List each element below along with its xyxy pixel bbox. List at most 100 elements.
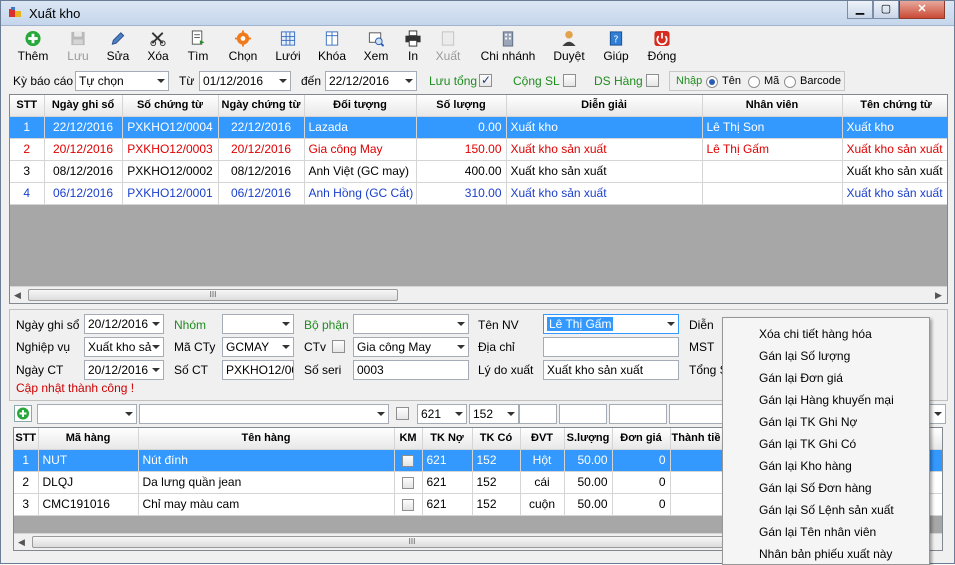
- ngayghiso-date[interactable]: 20/12/2016: [84, 314, 164, 334]
- scroll-left-icon[interactable]: ◀: [14, 290, 21, 301]
- ctv-checkbox[interactable]: [332, 340, 345, 353]
- luutong-checkbox[interactable]: [479, 73, 492, 87]
- xoa-button[interactable]: Xóa: [143, 30, 173, 66]
- cell-km[interactable]: [394, 471, 423, 494]
- col-stt[interactable]: STT: [10, 95, 45, 117]
- dong-button[interactable]: Đóng: [645, 30, 679, 66]
- voucher-row[interactable]: 1 22/12/2016 PXKHO12/0004 22/12/2016 Laz…: [10, 116, 947, 139]
- col-dvt[interactable]: ĐVT: [520, 428, 565, 450]
- nhom-select[interactable]: [222, 314, 294, 334]
- kybaocao-select[interactable]: Tự chọn: [75, 71, 169, 91]
- duyet-button[interactable]: Duyệt: [551, 30, 587, 66]
- ten-radio[interactable]: [706, 76, 718, 88]
- col-tkco[interactable]: TK Có: [472, 428, 521, 450]
- menu-item-gan-don-gia[interactable]: Gán lại Đơn giá: [759, 371, 843, 385]
- tenhang-entry-select[interactable]: [139, 404, 389, 424]
- scroll-right-icon[interactable]: ▶: [935, 290, 942, 301]
- col-sochungtu[interactable]: Số chứng từ: [122, 95, 219, 117]
- diachi-input[interactable]: [543, 337, 679, 357]
- chevron-down-icon: [457, 345, 465, 349]
- menu-item-gan-ten-nv[interactable]: Gán lại Tên nhân viên: [759, 525, 876, 539]
- sua-button[interactable]: Sửa: [103, 30, 133, 66]
- cell-km[interactable]: [394, 493, 423, 516]
- mahang-entry-select[interactable]: [37, 404, 137, 424]
- dvt-entry-input[interactable]: [519, 404, 557, 424]
- xem-button[interactable]: Xem: [361, 30, 391, 66]
- col-diengiai[interactable]: Diễn giải: [506, 95, 703, 117]
- close-button[interactable]: ✕: [899, 1, 945, 19]
- xuat-button[interactable]: Xuất: [433, 30, 463, 66]
- col-mahang[interactable]: Mã hàng: [38, 428, 139, 450]
- menu-item-gan-kho-hang[interactable]: Gán lại Kho hàng: [759, 459, 852, 473]
- col-ngayghiso[interactable]: Ngày ghi sổ: [44, 95, 123, 117]
- ngayct-date[interactable]: 20/12/2016: [84, 360, 164, 380]
- den-date-picker[interactable]: 22/12/2016: [325, 71, 417, 91]
- minimize-button[interactable]: ▁: [847, 1, 873, 19]
- cell-soluong: 150.00: [416, 138, 507, 161]
- luoi-button[interactable]: Lưới: [273, 30, 303, 66]
- help-book-icon: ?: [609, 31, 623, 46]
- km-entry-checkbox[interactable]: [396, 407, 409, 420]
- col-stt[interactable]: STT: [14, 428, 39, 450]
- col-soluong[interactable]: S.lượng: [564, 428, 613, 450]
- voucher-row[interactable]: 3 08/12/2016 PXKHO12/0002 08/12/2016 Anh…: [10, 160, 947, 183]
- congsl-checkbox[interactable]: [563, 74, 576, 87]
- col-thanhtien[interactable]: Thành tiề: [670, 428, 723, 450]
- in-button[interactable]: In: [401, 30, 425, 66]
- tim-button[interactable]: Tìm: [183, 30, 213, 66]
- soseri-input[interactable]: 0003: [353, 360, 469, 380]
- col-dongia[interactable]: Đơn giá: [612, 428, 671, 450]
- col-tenhang[interactable]: Tên hàng: [138, 428, 395, 450]
- tkno-entry-select[interactable]: 621: [417, 404, 467, 424]
- km-checkbox[interactable]: [402, 476, 414, 489]
- soct-input[interactable]: PXKHO12/000: [222, 360, 294, 380]
- giup-button[interactable]: ? Giúp: [601, 30, 631, 66]
- voucher-hscrollbar[interactable]: ◀ III ▶: [10, 286, 947, 303]
- maximize-button[interactable]: ▢: [873, 1, 899, 19]
- nghiepvu-select[interactable]: Xuất kho sả: [84, 337, 164, 357]
- chinhanh-button[interactable]: Chi nhánh: [479, 30, 537, 66]
- scroll-thumb[interactable]: III: [28, 289, 398, 301]
- ma-radio[interactable]: [748, 76, 760, 88]
- dongia-entry-input[interactable]: [609, 404, 667, 424]
- bophan-select[interactable]: [353, 314, 469, 334]
- ctv-select[interactable]: Gia công May: [353, 337, 469, 357]
- thanhtien-entry-input[interactable]: [669, 404, 724, 424]
- menu-item-gan-tk-co[interactable]: Gán lại TK Ghi Có: [759, 437, 856, 451]
- col-tkno[interactable]: TK Nợ: [422, 428, 473, 450]
- menu-item-xoa-chi-tiet[interactable]: Xóa chi tiết hàng hóa: [759, 327, 872, 341]
- add-detail-button[interactable]: [14, 405, 32, 422]
- cell-tenchungtu: Xuất kho sản xuất: [842, 182, 947, 205]
- lydoxuat-input[interactable]: Xuất kho sản xuất: [543, 360, 679, 380]
- barcode-radio[interactable]: [784, 76, 796, 88]
- col-km[interactable]: KM: [394, 428, 423, 450]
- luu-button[interactable]: Lưu: [63, 30, 93, 66]
- menu-item-gan-so-don-hang[interactable]: Gán lại Số Đơn hàng: [759, 481, 872, 495]
- macty-select[interactable]: GCMAY: [222, 337, 294, 357]
- col-tenchungtu[interactable]: Tên chứng từ: [842, 95, 947, 117]
- tu-date-picker[interactable]: 01/12/2016: [199, 71, 291, 91]
- cell-km[interactable]: [394, 449, 423, 472]
- menu-item-gan-hang-km[interactable]: Gán lại Hàng khuyến mại: [759, 393, 894, 407]
- khoa-button[interactable]: Khóa: [315, 30, 349, 66]
- scroll-left-icon[interactable]: ◀: [18, 537, 25, 548]
- soluong-entry-input[interactable]: [559, 404, 607, 424]
- col-nhanvien[interactable]: Nhân viên: [702, 95, 843, 117]
- menu-item-gan-so-lenh-sx[interactable]: Gán lại Số Lệnh sản xuất: [759, 503, 894, 517]
- voucher-row[interactable]: 4 06/12/2016 PXKHO12/0001 06/12/2016 Anh…: [10, 182, 947, 205]
- voucher-row[interactable]: 2 20/12/2016 PXKHO12/0003 20/12/2016 Gia…: [10, 138, 947, 161]
- col-doituong[interactable]: Đối tượng: [304, 95, 417, 117]
- tkco-entry-select[interactable]: 152: [469, 404, 519, 424]
- menu-item-gan-tk-no[interactable]: Gán lại TK Ghi Nợ: [759, 415, 857, 429]
- km-checkbox[interactable]: [402, 454, 414, 467]
- scroll-thumb[interactable]: III: [32, 536, 792, 548]
- tennv-select[interactable]: Lê Thị Gấm: [543, 314, 679, 334]
- dshang-checkbox[interactable]: [646, 74, 659, 87]
- col-ngaychungtu[interactable]: Ngày chứng từ: [218, 95, 305, 117]
- col-soluong[interactable]: Số lượng: [416, 95, 507, 117]
- km-checkbox[interactable]: [402, 498, 414, 511]
- menu-item-gan-so-luong[interactable]: Gán lại Số lượng: [759, 349, 850, 363]
- menu-item-nhan-ban[interactable]: Nhân bản phiếu xuất này: [759, 547, 892, 561]
- them-button[interactable]: Thêm: [15, 30, 51, 66]
- chon-button[interactable]: Chọn: [225, 30, 261, 66]
